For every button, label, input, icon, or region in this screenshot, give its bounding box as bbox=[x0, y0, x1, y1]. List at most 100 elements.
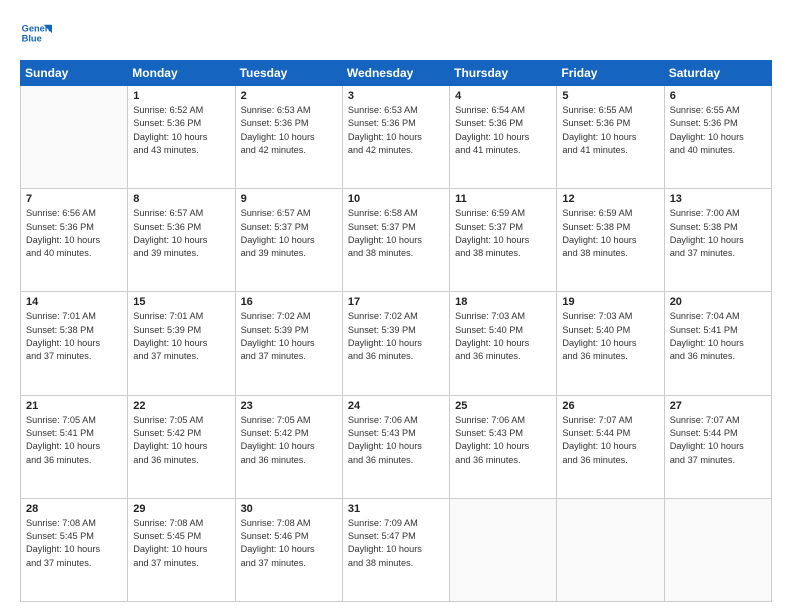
day-number: 15 bbox=[133, 296, 229, 308]
day-info: Sunrise: 6:55 AM Sunset: 5:36 PM Dayligh… bbox=[670, 104, 766, 157]
day-info: Sunrise: 6:55 AM Sunset: 5:36 PM Dayligh… bbox=[562, 104, 658, 157]
day-info: Sunrise: 6:52 AM Sunset: 5:36 PM Dayligh… bbox=[133, 104, 229, 157]
calendar-cell: 24 Sunrise: 7:06 AM Sunset: 5:43 PM Dayli… bbox=[342, 395, 449, 498]
day-number: 11 bbox=[455, 193, 551, 205]
day-number: 28 bbox=[26, 503, 122, 515]
day-info: Sunrise: 7:04 AM Sunset: 5:41 PM Dayligh… bbox=[670, 310, 766, 363]
day-info: Sunrise: 7:05 AM Sunset: 5:42 PM Dayligh… bbox=[241, 414, 337, 467]
calendar-table: SundayMondayTuesdayWednesdayThursdayFrid… bbox=[20, 60, 772, 602]
day-number: 10 bbox=[348, 193, 444, 205]
week-row-4: 28 Sunrise: 7:08 AM Sunset: 5:45 PM Dayli… bbox=[21, 498, 772, 601]
day-number: 22 bbox=[133, 400, 229, 412]
day-info: Sunrise: 7:00 AM Sunset: 5:38 PM Dayligh… bbox=[670, 207, 766, 260]
calendar-cell bbox=[664, 498, 771, 601]
calendar-cell: 1Sunrise: 6:52 AM Sunset: 5:36 PM Daylig… bbox=[128, 86, 235, 189]
day-header-sunday: Sunday bbox=[21, 61, 128, 86]
day-info: Sunrise: 6:58 AM Sunset: 5:37 PM Dayligh… bbox=[348, 207, 444, 260]
day-info: Sunrise: 6:53 AM Sunset: 5:36 PM Dayligh… bbox=[348, 104, 444, 157]
calendar-cell: 21 Sunrise: 7:05 AM Sunset: 5:41 PM Dayli… bbox=[21, 395, 128, 498]
day-info: Sunrise: 7:06 AM Sunset: 5:43 PM Dayligh… bbox=[348, 414, 444, 467]
calendar-cell: 6 Sunrise: 6:55 AM Sunset: 5:36 PM Daylig… bbox=[664, 86, 771, 189]
day-header-saturday: Saturday bbox=[664, 61, 771, 86]
day-info: Sunrise: 7:07 AM Sunset: 5:44 PM Dayligh… bbox=[562, 414, 658, 467]
logo: General Blue bbox=[20, 18, 52, 50]
page-header: General Blue bbox=[20, 18, 772, 50]
day-number: 16 bbox=[241, 296, 337, 308]
day-info: Sunrise: 6:59 AM Sunset: 5:38 PM Dayligh… bbox=[562, 207, 658, 260]
day-header-friday: Friday bbox=[557, 61, 664, 86]
day-number: 2 bbox=[241, 90, 337, 102]
day-number: 4 bbox=[455, 90, 551, 102]
day-number: 29 bbox=[133, 503, 229, 515]
calendar-cell bbox=[21, 86, 128, 189]
day-number: 6 bbox=[670, 90, 766, 102]
calendar-cell: 15Sunrise: 7:01 AM Sunset: 5:39 PM Dayli… bbox=[128, 292, 235, 395]
day-info: Sunrise: 6:54 AM Sunset: 5:36 PM Dayligh… bbox=[455, 104, 551, 157]
calendar-cell: 29 Sunrise: 7:08 AM Sunset: 5:45 PM Dayli… bbox=[128, 498, 235, 601]
day-number: 17 bbox=[348, 296, 444, 308]
day-info: Sunrise: 6:57 AM Sunset: 5:37 PM Dayligh… bbox=[241, 207, 337, 260]
calendar-cell: 31 Sunrise: 7:09 AM Sunset: 5:47 PM Dayli… bbox=[342, 498, 449, 601]
calendar-cell: 28 Sunrise: 7:08 AM Sunset: 5:45 PM Dayli… bbox=[21, 498, 128, 601]
calendar-cell: 14Sunrise: 7:01 AM Sunset: 5:38 PM Dayli… bbox=[21, 292, 128, 395]
day-header-thursday: Thursday bbox=[450, 61, 557, 86]
week-row-2: 14Sunrise: 7:01 AM Sunset: 5:38 PM Dayli… bbox=[21, 292, 772, 395]
week-row-1: 7Sunrise: 6:56 AM Sunset: 5:36 PM Daylig… bbox=[21, 189, 772, 292]
calendar-cell: 7Sunrise: 6:56 AM Sunset: 5:36 PM Daylig… bbox=[21, 189, 128, 292]
day-info: Sunrise: 7:08 AM Sunset: 5:46 PM Dayligh… bbox=[241, 517, 337, 570]
day-info: Sunrise: 7:02 AM Sunset: 5:39 PM Dayligh… bbox=[348, 310, 444, 363]
logo-icon: General Blue bbox=[20, 18, 52, 50]
day-number: 25 bbox=[455, 400, 551, 412]
day-header-tuesday: Tuesday bbox=[235, 61, 342, 86]
calendar-cell bbox=[557, 498, 664, 601]
calendar-header-row: SundayMondayTuesdayWednesdayThursdayFrid… bbox=[21, 61, 772, 86]
day-number: 19 bbox=[562, 296, 658, 308]
day-info: Sunrise: 7:07 AM Sunset: 5:44 PM Dayligh… bbox=[670, 414, 766, 467]
day-number: 24 bbox=[348, 400, 444, 412]
day-info: Sunrise: 7:01 AM Sunset: 5:38 PM Dayligh… bbox=[26, 310, 122, 363]
day-info: Sunrise: 7:05 AM Sunset: 5:41 PM Dayligh… bbox=[26, 414, 122, 467]
week-row-3: 21 Sunrise: 7:05 AM Sunset: 5:41 PM Dayli… bbox=[21, 395, 772, 498]
day-number: 9 bbox=[241, 193, 337, 205]
week-row-0: 1Sunrise: 6:52 AM Sunset: 5:36 PM Daylig… bbox=[21, 86, 772, 189]
day-info: Sunrise: 7:05 AM Sunset: 5:42 PM Dayligh… bbox=[133, 414, 229, 467]
calendar-cell: 11 Sunrise: 6:59 AM Sunset: 5:37 PM Dayli… bbox=[450, 189, 557, 292]
day-number: 26 bbox=[562, 400, 658, 412]
svg-text:Blue: Blue bbox=[22, 34, 42, 44]
day-info: Sunrise: 7:03 AM Sunset: 5:40 PM Dayligh… bbox=[562, 310, 658, 363]
calendar-cell: 9 Sunrise: 6:57 AM Sunset: 5:37 PM Daylig… bbox=[235, 189, 342, 292]
day-number: 23 bbox=[241, 400, 337, 412]
calendar-cell: 4 Sunrise: 6:54 AM Sunset: 5:36 PM Daylig… bbox=[450, 86, 557, 189]
calendar-cell: 5 Sunrise: 6:55 AM Sunset: 5:36 PM Daylig… bbox=[557, 86, 664, 189]
day-number: 5 bbox=[562, 90, 658, 102]
calendar-cell: 20 Sunrise: 7:04 AM Sunset: 5:41 PM Dayli… bbox=[664, 292, 771, 395]
day-info: Sunrise: 7:08 AM Sunset: 5:45 PM Dayligh… bbox=[26, 517, 122, 570]
day-number: 12 bbox=[562, 193, 658, 205]
calendar-cell: 8 Sunrise: 6:57 AM Sunset: 5:36 PM Daylig… bbox=[128, 189, 235, 292]
calendar-cell: 27 Sunrise: 7:07 AM Sunset: 5:44 PM Dayli… bbox=[664, 395, 771, 498]
day-number: 8 bbox=[133, 193, 229, 205]
day-number: 3 bbox=[348, 90, 444, 102]
calendar-cell: 26 Sunrise: 7:07 AM Sunset: 5:44 PM Dayli… bbox=[557, 395, 664, 498]
day-number: 21 bbox=[26, 400, 122, 412]
calendar-cell: 23 Sunrise: 7:05 AM Sunset: 5:42 PM Dayli… bbox=[235, 395, 342, 498]
day-info: Sunrise: 7:03 AM Sunset: 5:40 PM Dayligh… bbox=[455, 310, 551, 363]
calendar-cell: 19 Sunrise: 7:03 AM Sunset: 5:40 PM Dayli… bbox=[557, 292, 664, 395]
day-number: 27 bbox=[670, 400, 766, 412]
day-info: Sunrise: 6:53 AM Sunset: 5:36 PM Dayligh… bbox=[241, 104, 337, 157]
day-number: 20 bbox=[670, 296, 766, 308]
calendar-cell: 25Sunrise: 7:06 AM Sunset: 5:43 PM Dayli… bbox=[450, 395, 557, 498]
day-info: Sunrise: 6:59 AM Sunset: 5:37 PM Dayligh… bbox=[455, 207, 551, 260]
day-info: Sunrise: 7:02 AM Sunset: 5:39 PM Dayligh… bbox=[241, 310, 337, 363]
day-number: 31 bbox=[348, 503, 444, 515]
calendar-cell: 22 Sunrise: 7:05 AM Sunset: 5:42 PM Dayli… bbox=[128, 395, 235, 498]
calendar-cell: 16 Sunrise: 7:02 AM Sunset: 5:39 PM Dayli… bbox=[235, 292, 342, 395]
day-number: 18 bbox=[455, 296, 551, 308]
day-info: Sunrise: 7:08 AM Sunset: 5:45 PM Dayligh… bbox=[133, 517, 229, 570]
calendar-cell: 13Sunrise: 7:00 AM Sunset: 5:38 PM Dayli… bbox=[664, 189, 771, 292]
day-info: Sunrise: 7:09 AM Sunset: 5:47 PM Dayligh… bbox=[348, 517, 444, 570]
day-info: Sunrise: 6:57 AM Sunset: 5:36 PM Dayligh… bbox=[133, 207, 229, 260]
calendar-cell: 3 Sunrise: 6:53 AM Sunset: 5:36 PM Daylig… bbox=[342, 86, 449, 189]
calendar-cell bbox=[450, 498, 557, 601]
calendar-cell: 2 Sunrise: 6:53 AM Sunset: 5:36 PM Daylig… bbox=[235, 86, 342, 189]
